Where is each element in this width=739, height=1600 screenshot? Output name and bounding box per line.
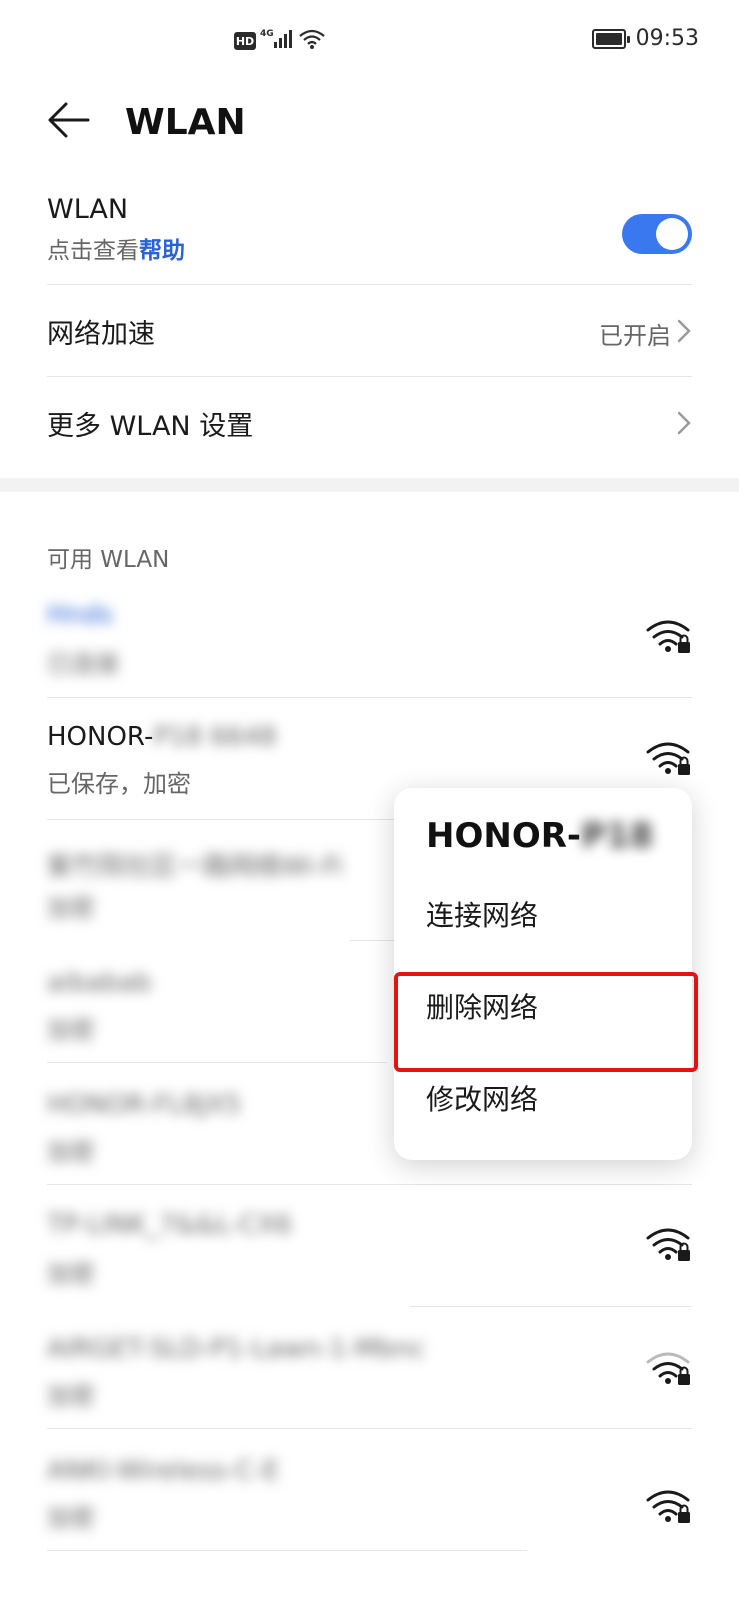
status-icons: HD 4G <box>234 28 326 54</box>
status-bar: HD 4G 09:53 <box>0 0 739 84</box>
network-name-prefix: HONOR- <box>47 722 154 752</box>
clock: 09:53 <box>635 26 699 51</box>
network-name: TP-LINK_7&&L-CX6 <box>47 1210 293 1240</box>
signal-icon: 4G <box>260 28 294 54</box>
network-status: 加密 <box>47 1382 95 1410</box>
network-name: HONOR-P18 6648 <box>47 722 277 752</box>
arrow-left-icon <box>46 100 90 144</box>
network-name-hidden: P18 6648 <box>153 722 277 752</box>
network-name: Hnds <box>47 600 114 630</box>
network-name: AIRGET-SLD-P1-Lawn-1-Mbnc <box>47 1334 426 1364</box>
network-name: HONOR-FL8JX5 <box>47 1090 242 1120</box>
network-accel-value: 已开启 <box>599 322 671 350</box>
network-accel-label: 网络加速 <box>47 319 155 350</box>
more-wlan-settings-label: 更多 WLAN 设置 <box>47 411 254 442</box>
divider <box>47 1062 387 1063</box>
app-header: WLAN <box>0 90 739 154</box>
available-wlan-title: 可用 WLAN <box>47 547 170 573</box>
section-separator <box>0 478 739 492</box>
menu-title-hidden: P18 <box>581 816 654 856</box>
wifi-lock-icon <box>646 740 692 778</box>
network-name: ANKI-Wireless-C-E <box>47 1456 280 1486</box>
wlan-hint-text: 点击查看 <box>47 238 139 264</box>
network-status: 已保存，加密 <box>47 770 191 798</box>
network-status: 已连接 <box>47 650 119 678</box>
wifi-lock-icon <box>646 618 692 656</box>
wlan-toggle-row[interactable]: WLAN 点击查看帮助 <box>47 194 692 274</box>
divider <box>410 1306 692 1307</box>
modify-network-option[interactable]: 修改网络 <box>426 1078 538 1118</box>
network-name: 紫竹院社区一路网络Wi-Fi <box>47 852 344 882</box>
network-status: 加密 <box>47 1260 95 1288</box>
more-wlan-settings-row[interactable]: 更多 WLAN 设置 <box>47 404 692 444</box>
switch-knob <box>656 218 688 250</box>
network-status: 加密 <box>47 1504 95 1532</box>
wifi-status-icon <box>298 28 326 54</box>
wlan-switch[interactable] <box>622 214 692 254</box>
battery-icon <box>591 28 630 49</box>
network-status: 加密 <box>47 1138 95 1166</box>
back-button[interactable] <box>42 98 94 146</box>
page-title: WLAN <box>125 102 246 143</box>
network-status: 加密 <box>47 894 95 922</box>
divider <box>47 1428 692 1429</box>
chevron-right-icon <box>676 410 692 436</box>
hd-badge: HD <box>234 32 256 50</box>
menu-title-prefix: HONOR- <box>426 816 582 856</box>
wifi-lock-icon <box>646 1488 692 1526</box>
divider <box>47 697 692 698</box>
help-link[interactable]: 帮助 <box>139 238 185 264</box>
chevron-right-icon <box>676 318 692 344</box>
network-status: 加密 <box>47 1016 95 1044</box>
network-name: aibabab <box>47 968 152 998</box>
divider <box>47 284 692 285</box>
wifi-lock-icon <box>646 1350 692 1388</box>
menu-title: HONOR-P18 <box>426 816 653 856</box>
divider <box>47 1184 692 1185</box>
wifi-lock-icon <box>646 1226 692 1264</box>
wlan-label: WLAN <box>47 194 129 225</box>
wlan-hint: 点击查看帮助 <box>47 231 692 265</box>
status-right: 09:53 <box>591 26 699 51</box>
divider <box>47 376 692 377</box>
divider <box>47 1550 527 1551</box>
delete-network-option[interactable]: 删除网络 <box>426 986 538 1026</box>
svg-text:4G: 4G <box>260 29 274 39</box>
connect-network-option[interactable]: 连接网络 <box>426 894 538 934</box>
network-context-menu: HONOR-P18 连接网络 删除网络 修改网络 <box>394 788 692 1160</box>
network-accel-row[interactable]: 网络加速 <box>47 312 692 352</box>
